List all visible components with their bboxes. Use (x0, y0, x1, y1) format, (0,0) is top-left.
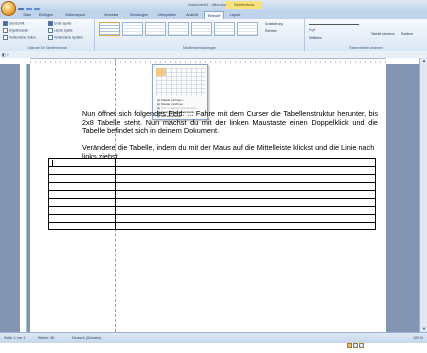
quick-access-toolbar (18, 1, 60, 14)
line-style-select[interactable] (309, 21, 359, 25)
document-table[interactable] (48, 158, 376, 230)
text-cursor (52, 160, 53, 167)
table-style-4[interactable] (168, 22, 189, 36)
banded-rows-checkbox[interactable]: Verbundene Zeilen (3, 35, 36, 40)
tab-layout[interactable]: Layout (226, 11, 244, 19)
print-layout-icon[interactable] (347, 343, 352, 348)
total-row-checkbox[interactable]: Ergebniszeile (3, 28, 28, 33)
vertical-ruler[interactable] (20, 64, 27, 332)
styles-group-label: Tabellenformatvorlagen (182, 46, 217, 50)
draw-borders-group: ½ pt Stiftfarbe Tabelle zeichnen Radiere… (305, 19, 427, 51)
table-column-divider[interactable] (115, 158, 116, 230)
table-style-2[interactable] (122, 22, 143, 36)
eraser-button[interactable]: Radierer (401, 32, 413, 36)
tab-verweise[interactable]: Verweise (100, 11, 122, 19)
tab-seitenlayout[interactable]: Seitenlayout (60, 11, 90, 19)
document-paragraph: Nun öffnet sich folgendes Feld: ... Fahr… (82, 109, 378, 136)
tab-ansicht[interactable]: Ansicht (182, 11, 202, 19)
ribbon-tabs: Start Einfügen Seitenlayout Verweise Sen… (0, 10, 427, 19)
tab-einfuegen[interactable]: Einfügen (36, 11, 56, 19)
table-style-1[interactable] (99, 22, 120, 36)
draw-group-label: Rahmenlinien zeichnen (349, 46, 383, 50)
tab-stop-icon[interactable]: ⌐ (7, 52, 9, 57)
tab-sendungen[interactable]: Sendungen (126, 11, 152, 19)
office-button[interactable] (1, 1, 16, 16)
options-group-label: Optionen für Tabellenformat (27, 46, 67, 50)
tab-entwurf[interactable]: Entwurf (204, 11, 224, 19)
first-column-checkbox[interactable]: Erste Spalte (48, 21, 71, 26)
tab-ueberpruefen[interactable]: Überprüfen (154, 11, 180, 19)
fullscreen-icon[interactable] (353, 343, 358, 348)
draw-table-button[interactable]: Tabelle zeichnen (371, 32, 395, 36)
view-buttons (347, 335, 407, 348)
borders-button[interactable]: Rahmen (265, 29, 277, 33)
table-style-6[interactable] (214, 22, 235, 36)
table-style-options-group: Überschrift Erste Spalte Ergebniszeile L… (0, 19, 95, 51)
pen-size-select[interactable]: ½ pt (309, 28, 315, 32)
table-style-7[interactable] (237, 22, 258, 36)
table-size-selection (156, 68, 166, 76)
table-styles-group: Schattierung Rahmen Tabellenformatvorlag… (95, 19, 305, 51)
ribbon: Überschrift Erste Spalte Ergebniszeile L… (0, 19, 427, 52)
shading-button[interactable]: Schattierung (265, 22, 283, 26)
window-title: Dokument1 - Microsoft Word (188, 2, 239, 7)
table-style-3[interactable] (145, 22, 166, 36)
pen-color-button[interactable]: Stiftfarbe (309, 36, 322, 40)
web-layout-icon[interactable] (359, 343, 364, 348)
ruler-toggle-icon[interactable]: ◧ (2, 52, 6, 57)
banded-columns-checkbox[interactable]: Verbundene Spalten (48, 35, 83, 40)
tab-start[interactable]: Start (20, 11, 34, 19)
context-tab-title: Tabellentools (226, 1, 262, 9)
header-row-checkbox[interactable]: Überschrift (3, 21, 24, 26)
window-controls: –□× (396, 1, 426, 17)
table-style-5[interactable] (191, 22, 212, 36)
status-bar: Seite: 1 von 1 Wörter: 80 Deutsch (Schwe… (0, 332, 427, 348)
toolbar-strip (0, 51, 427, 58)
scroll-up-icon[interactable]: ▲ (421, 58, 427, 64)
last-column-checkbox[interactable]: Letzte Spalte (48, 28, 73, 33)
vertical-scrollbar[interactable]: ▲ ▼ (419, 58, 427, 332)
view-icons: ◧ ⌐ (2, 52, 30, 57)
